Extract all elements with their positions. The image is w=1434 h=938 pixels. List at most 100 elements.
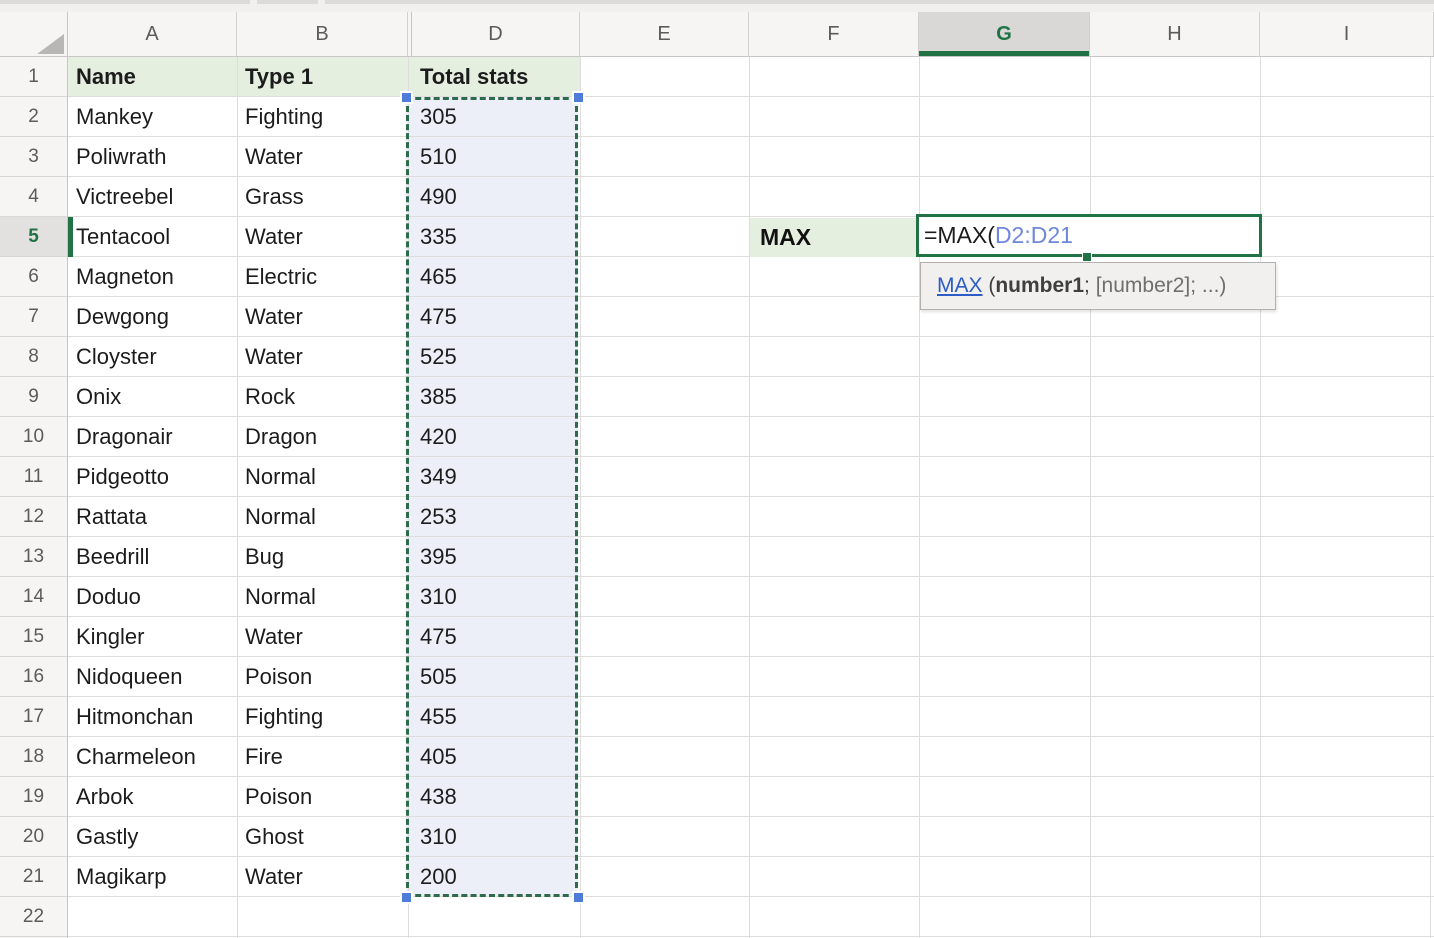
cell-D16[interactable]: 505 xyxy=(412,657,578,697)
cell-B5[interactable]: Water xyxy=(237,217,408,257)
row-header-14[interactable]: 14 xyxy=(0,577,67,617)
cell-B2[interactable]: Fighting xyxy=(237,97,408,137)
selection-handle-bottom-left[interactable] xyxy=(400,891,413,904)
cell-A12[interactable]: Rattata xyxy=(68,497,237,537)
selection-handle-top-left[interactable] xyxy=(400,91,413,104)
cell-D3[interactable]: 510 xyxy=(412,137,578,177)
row-header-13[interactable]: 13 xyxy=(0,537,67,577)
cell-B20[interactable]: Ghost xyxy=(237,817,408,857)
cell-B14[interactable]: Normal xyxy=(237,577,408,617)
cell-B21[interactable]: Water xyxy=(237,857,408,897)
active-cell-fill-handle[interactable] xyxy=(1082,252,1092,262)
cell-A10[interactable]: Dragonair xyxy=(68,417,237,457)
row-header-18[interactable]: 18 xyxy=(0,737,67,777)
column-header-B[interactable]: B xyxy=(237,12,408,56)
function-name-link[interactable]: MAX xyxy=(937,274,983,297)
cell-A8[interactable]: Cloyster xyxy=(68,337,237,377)
cell-A16[interactable]: Nidoqueen xyxy=(68,657,237,697)
cell-B9[interactable]: Rock xyxy=(237,377,408,417)
cell-A11[interactable]: Pidgeotto xyxy=(68,457,237,497)
cell-D18[interactable]: 405 xyxy=(412,737,578,777)
row-header-2[interactable]: 2 xyxy=(0,97,67,137)
cell-D9[interactable]: 385 xyxy=(412,377,578,417)
cell-A14[interactable]: Doduo xyxy=(68,577,237,617)
cell-A3[interactable]: Poliwrath xyxy=(68,137,237,177)
column-header-H[interactable]: H xyxy=(1090,12,1260,56)
cell-A4[interactable]: Victreebel xyxy=(68,177,237,217)
row-header-21[interactable]: 21 xyxy=(0,857,67,897)
cell-D14[interactable]: 310 xyxy=(412,577,578,617)
cell-A18[interactable]: Charmeleon xyxy=(68,737,237,777)
cell-D8[interactable]: 525 xyxy=(412,337,578,377)
column-header-E[interactable]: E xyxy=(580,12,749,56)
cell-A5[interactable]: Tentacool xyxy=(68,217,237,257)
select-all-corner[interactable] xyxy=(0,12,68,57)
row-header-22[interactable]: 22 xyxy=(0,897,67,937)
row-header-15[interactable]: 15 xyxy=(0,617,67,657)
cell-D1[interactable]: Total stats xyxy=(412,57,578,97)
cell-D15[interactable]: 475 xyxy=(412,617,578,657)
row-header-8[interactable]: 8 xyxy=(0,337,67,377)
cell-D12[interactable]: 253 xyxy=(412,497,578,537)
cell-A9[interactable]: Onix xyxy=(68,377,237,417)
cell-B6[interactable]: Electric xyxy=(237,257,408,297)
cell-B11[interactable]: Normal xyxy=(237,457,408,497)
selection-handle-bottom-right[interactable] xyxy=(572,891,585,904)
cell-A2[interactable]: Mankey xyxy=(68,97,237,137)
column-header-I[interactable]: I xyxy=(1260,12,1434,56)
formula-edit-box[interactable]: =MAX(D2:D21 xyxy=(916,214,1262,257)
column-header-G[interactable]: G xyxy=(919,12,1090,56)
cell-D7[interactable]: 475 xyxy=(412,297,578,337)
cell-A1[interactable]: Name xyxy=(68,57,237,97)
cell-A21[interactable]: Magikarp xyxy=(68,857,237,897)
cell-B1[interactable]: Type 1 xyxy=(237,57,408,97)
column-header-A[interactable]: A xyxy=(68,12,237,56)
cell-B8[interactable]: Water xyxy=(237,337,408,377)
cell-D4[interactable]: 490 xyxy=(412,177,578,217)
cell-B17[interactable]: Fighting xyxy=(237,697,408,737)
cell-B4[interactable]: Grass xyxy=(237,177,408,217)
cell-A13[interactable]: Beedrill xyxy=(68,537,237,577)
cell-A15[interactable]: Kingler xyxy=(68,617,237,657)
cell-B12[interactable]: Normal xyxy=(237,497,408,537)
column-header-F[interactable]: F xyxy=(749,12,919,56)
cell-D17[interactable]: 455 xyxy=(412,697,578,737)
row-header-20[interactable]: 20 xyxy=(0,817,67,857)
row-header-6[interactable]: 6 xyxy=(0,257,67,297)
cell-D21[interactable]: 200 xyxy=(412,857,578,897)
sheet-grid[interactable]: NameType 1Total statsMankeyFighting305Po… xyxy=(68,57,1434,938)
cell-D2[interactable]: 305 xyxy=(412,97,578,137)
row-header-7[interactable]: 7 xyxy=(0,297,67,337)
row-header-9[interactable]: 9 xyxy=(0,377,67,417)
cell-B13[interactable]: Bug xyxy=(237,537,408,577)
row-header-1[interactable]: 1 xyxy=(0,57,67,97)
cell-D10[interactable]: 420 xyxy=(412,417,578,457)
cell-B18[interactable]: Fire xyxy=(237,737,408,777)
cell-F5-label[interactable]: MAX xyxy=(750,218,916,257)
cell-B16[interactable]: Poison xyxy=(237,657,408,697)
cell-A17[interactable]: Hitmonchan xyxy=(68,697,237,737)
row-header-10[interactable]: 10 xyxy=(0,417,67,457)
row-header-11[interactable]: 11 xyxy=(0,457,67,497)
cell-D19[interactable]: 438 xyxy=(412,777,578,817)
cell-D6[interactable]: 465 xyxy=(412,257,578,297)
row-header-4[interactable]: 4 xyxy=(0,177,67,217)
cell-B10[interactable]: Dragon xyxy=(237,417,408,457)
row-header-16[interactable]: 16 xyxy=(0,657,67,697)
cell-A19[interactable]: Arbok xyxy=(68,777,237,817)
column-header-D[interactable]: D xyxy=(412,12,580,56)
cell-B19[interactable]: Poison xyxy=(237,777,408,817)
row-header-5[interactable]: 5 xyxy=(0,217,67,257)
row-header-12[interactable]: 12 xyxy=(0,497,67,537)
row-header-3[interactable]: 3 xyxy=(0,137,67,177)
row-header-19[interactable]: 19 xyxy=(0,777,67,817)
row-header-17[interactable]: 17 xyxy=(0,697,67,737)
cell-D13[interactable]: 395 xyxy=(412,537,578,577)
cell-A7[interactable]: Dewgong xyxy=(68,297,237,337)
cell-B7[interactable]: Water xyxy=(237,297,408,337)
cell-D20[interactable]: 310 xyxy=(412,817,578,857)
cell-B3[interactable]: Water xyxy=(237,137,408,177)
cell-D11[interactable]: 349 xyxy=(412,457,578,497)
cell-A6[interactable]: Magneton xyxy=(68,257,237,297)
selection-handle-top-right[interactable] xyxy=(572,91,585,104)
